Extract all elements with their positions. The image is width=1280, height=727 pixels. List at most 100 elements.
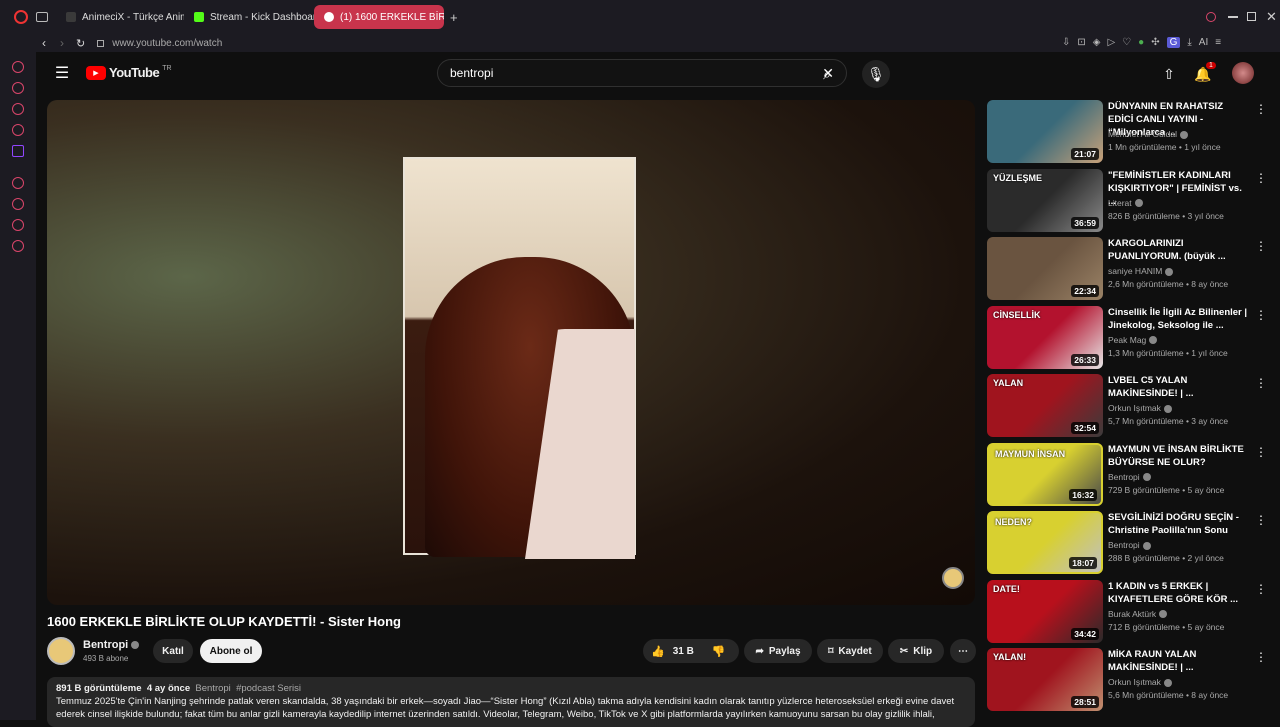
recommended-video[interactable]: NEDEN? 18:07 SEVGİLİNİZİ DOĞRU SEÇİN - Chr… <box>987 511 1277 580</box>
more-options-icon[interactable]: ⋮ <box>1255 650 1267 664</box>
youtube-logo[interactable]: ▶ YouTube TR <box>86 65 172 80</box>
video-thumbnail[interactable]: 21:07 <box>987 100 1103 163</box>
sidebar-workspace-icon[interactable] <box>12 82 24 94</box>
download-icon[interactable]: ⤓ <box>1187 37 1191 48</box>
recommended-video[interactable]: 22:34 KARGOLARINIZI PUANLIYORUM. (büyük .… <box>987 237 1277 306</box>
video-thumbnail[interactable]: CİNSELLİK 26:33 <box>987 305 1103 369</box>
profile-g-icon[interactable]: G <box>1166 37 1181 48</box>
menu-icon[interactable]: ≡ <box>1215 37 1221 48</box>
video-player[interactable] <box>47 100 975 605</box>
recommended-title[interactable]: SEVGİLİNİZİ DOĞRU SEÇİN - Christine Paol… <box>1108 511 1248 537</box>
more-options-icon[interactable]: ⋮ <box>1255 445 1267 459</box>
recommended-video[interactable]: MAYMUN İNSAN 16:32 MAYMUN VE İNSAN BİRLİKT… <box>987 442 1277 512</box>
sidebar-extensions-icon[interactable] <box>12 219 24 231</box>
recommended-title[interactable]: Cinsellik İle İlgili Az Bilinenler | Jin… <box>1108 306 1248 332</box>
sidebar-mail-icon[interactable] <box>12 124 24 136</box>
video-thumbnail[interactable]: DATE! 34:42 <box>987 579 1103 643</box>
recommended-channel[interactable]: Orkun Işıtmak <box>1108 677 1172 687</box>
sidebar-settings-icon[interactable] <box>12 240 24 252</box>
recommended-video[interactable]: 21:07 DÜNYANIN EN RAHATSIZ EDİCİ CANLI YA… <box>987 100 1277 169</box>
play-icon[interactable]: ▷ <box>1107 37 1115 48</box>
verified-icon <box>1179 130 1188 139</box>
recommended-title[interactable]: LVBEL C5 YALAN MAKİNESİNDE! | ... <box>1108 374 1248 400</box>
channel-name[interactable]: Bentropi <box>83 639 140 651</box>
bookmark-icon[interactable]: ⇩ <box>1062 37 1070 48</box>
new-tab-button[interactable]: + <box>450 10 458 25</box>
video-thumbnail[interactable]: YALAN! 28:51 <box>987 648 1103 711</box>
hamburger-menu-icon[interactable]: ☰ <box>53 64 71 82</box>
more-options-icon[interactable]: ⋮ <box>1255 582 1267 596</box>
tab-youtube-video[interactable]: (1) 1600 ERKEKLE BİRLİKT <box>314 5 444 29</box>
more-actions-button[interactable]: ⋯ <box>950 639 976 663</box>
microphone-icon[interactable]: 🎙 <box>862 60 890 88</box>
sidebar-twitch-icon[interactable] <box>12 145 24 157</box>
browser-tab-bar: AnimeciX - Türkçe Anime Stream - Kick Da… <box>0 0 1280 34</box>
video-thumbnail[interactable]: 22:34 <box>987 237 1103 300</box>
search-icon[interactable]: ⌕ <box>814 61 840 87</box>
recommended-channel[interactable]: Burak Aktürk <box>1108 609 1168 619</box>
recommended-title[interactable]: MAYMUN VE İNSAN BİRLİKTE BÜYÜRSE NE OLUR… <box>1108 443 1248 469</box>
recommended-channel[interactable]: Orkun Işıtmak <box>1108 403 1172 413</box>
recommended-title[interactable]: MİKA RAUN YALAN MAKİNESİNDE! | ... <box>1108 648 1248 674</box>
recommended-channel[interactable]: Peak Mag <box>1108 335 1158 345</box>
opera-menu-icon[interactable] <box>14 10 28 24</box>
recommended-channel[interactable]: Mehmet Ali Güldal <box>1108 129 1188 139</box>
close-window-icon[interactable]: ✕ <box>1266 9 1277 25</box>
recommended-video[interactable]: DATE! 34:42 1 KADIN vs 5 ERKEK | KIYAFETLE… <box>987 579 1277 649</box>
more-options-icon[interactable]: ⋮ <box>1255 239 1267 253</box>
sidebar-player-icon[interactable] <box>12 177 24 189</box>
recommended-video[interactable]: CİNSELLİK 26:33 Cinsellik İle İlgili Az Bi… <box>987 305 1277 375</box>
video-thumbnail[interactable]: NEDEN? 18:07 <box>987 511 1103 574</box>
recommended-channel[interactable]: Literat <box>1108 198 1143 208</box>
recommended-title[interactable]: KARGOLARINIZI PUANLIYORUM. (büyük ... <box>1108 237 1248 263</box>
upload-icon[interactable]: ⇧ <box>1159 64 1179 84</box>
like-icon[interactable]: 👍 <box>651 645 665 658</box>
tab-kick-dashboard[interactable]: Stream - Kick Dashboard <box>184 5 314 29</box>
join-button[interactable]: Katıl <box>153 639 193 663</box>
recommended-channel[interactable]: saniye HANIM <box>1108 266 1174 276</box>
video-thumbnail[interactable]: YALAN 32:54 <box>987 374 1103 437</box>
search-tabs-icon[interactable] <box>1206 12 1216 22</box>
sidebar-aria-icon[interactable] <box>12 61 24 73</box>
ai-button[interactable]: AI <box>1199 37 1208 48</box>
heart-icon[interactable]: ♡ <box>1122 37 1131 48</box>
puzzle-icon[interactable]: ✣ <box>1151 37 1159 48</box>
recommended-meta: 2,6 Mn görüntüleme • 8 ay önce <box>1108 279 1229 289</box>
channel-avatar[interactable] <box>47 637 75 665</box>
share-button[interactable]: ➦ Paylaş <box>744 639 812 663</box>
subscribe-button[interactable]: Abone ol <box>200 639 262 663</box>
hashtag-link[interactable]: #podcast Serisi <box>236 683 301 694</box>
clip-button[interactable]: ✂ Klip <box>888 639 944 663</box>
reload-icon[interactable]: ↻ <box>76 37 85 50</box>
dislike-icon[interactable]: 👎 <box>712 645 726 658</box>
minimize-icon[interactable] <box>1228 16 1238 18</box>
search-input[interactable]: bentropi ✕ <box>437 59 847 87</box>
recommended-video[interactable]: YALAN! 28:51 MİKA RAUN YALAN MAKİNESİNDE! … <box>987 648 1277 717</box>
extension-green-icon[interactable]: ● <box>1138 37 1144 48</box>
recommended-video[interactable]: YÜZLEŞME 36:59 "FEMİNİSTLER KADINLARI KIŞK… <box>987 168 1277 238</box>
more-options-icon[interactable]: ⋮ <box>1255 171 1267 185</box>
back-icon[interactable]: ‹ <box>42 36 46 50</box>
snapshot-icon[interactable]: ⊡ <box>1077 37 1085 48</box>
more-options-icon[interactable]: ⋮ <box>1255 102 1267 116</box>
video-thumbnail[interactable]: MAYMUN İNSAN 16:32 <box>987 442 1103 506</box>
forward-icon[interactable]: › <box>60 36 64 50</box>
url-field[interactable]: www.youtube.com/watch <box>112 38 222 49</box>
sidebar-history-icon[interactable] <box>12 198 24 210</box>
recommended-channel[interactable]: Bentropi <box>1108 540 1151 550</box>
tab-animecix[interactable]: AnimeciX - Türkçe Anime <box>56 5 184 29</box>
recommended-channel[interactable]: Bentropi <box>1108 472 1151 482</box>
shield-icon[interactable]: ◈ <box>1093 37 1101 48</box>
recommended-video[interactable]: YALAN 32:54 LVBEL C5 YALAN MAKİNESİNDE! | … <box>987 374 1277 443</box>
avatar[interactable] <box>1232 62 1254 84</box>
more-options-icon[interactable]: ⋮ <box>1255 513 1267 527</box>
recommended-title[interactable]: 1 KADIN vs 5 ERKEK | KIYAFETLERE GÖRE KÖ… <box>1108 580 1248 606</box>
save-button[interactable]: ⌑ Kaydet <box>817 639 883 663</box>
more-options-icon[interactable]: ⋮ <box>1255 376 1267 390</box>
sidebar-messenger-icon[interactable] <box>12 103 24 115</box>
tab-overview-icon[interactable] <box>36 12 48 22</box>
restore-icon[interactable] <box>1247 12 1256 21</box>
like-count[interactable]: 31 B <box>673 646 694 657</box>
video-thumbnail[interactable]: YÜZLEŞME 36:59 <box>987 168 1103 232</box>
more-options-icon[interactable]: ⋮ <box>1255 308 1267 322</box>
